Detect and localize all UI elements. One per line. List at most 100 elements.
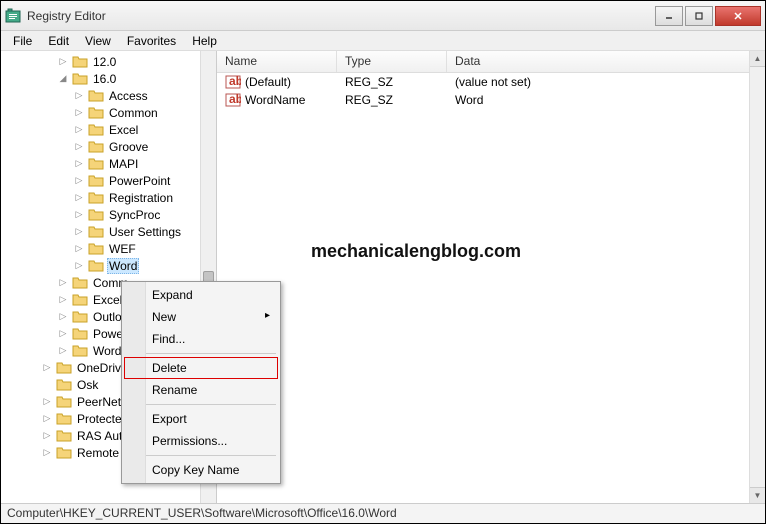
folder-icon	[88, 225, 104, 239]
expand-icon[interactable]: ▷	[57, 294, 69, 305]
expand-icon[interactable]: ▷	[73, 124, 85, 135]
context-menu-find[interactable]: Find...	[124, 328, 278, 350]
context-menu-separator	[126, 455, 276, 456]
tree-item[interactable]: ▷ 12.0	[5, 53, 216, 70]
value-row[interactable]: abWordNameREG_SZWord	[217, 91, 765, 109]
folder-icon	[56, 429, 72, 443]
tree-item[interactable]: ▷User Settings	[5, 223, 216, 240]
context-menu-expand[interactable]: Expand	[124, 284, 278, 306]
app-icon	[5, 8, 21, 24]
folder-icon	[72, 293, 88, 307]
context-menu-new[interactable]: New	[124, 306, 278, 328]
menu-edit[interactable]: Edit	[40, 32, 77, 50]
window-controls	[655, 6, 761, 26]
expand-icon[interactable]: ▷	[73, 141, 85, 152]
expand-icon[interactable]: ▷	[73, 192, 85, 203]
tree-item[interactable]: ▷ SyncProc	[5, 206, 216, 223]
values-scrollbar[interactable]: ▲ ▼	[749, 51, 765, 503]
title-bar: Registry Editor	[1, 1, 765, 31]
tree-item-label: Common	[107, 106, 160, 120]
expand-icon[interactable]: ▷	[41, 362, 53, 373]
expand-icon[interactable]: ▷	[57, 56, 69, 67]
folder-icon	[72, 276, 88, 290]
expand-icon[interactable]: ▷	[41, 430, 53, 441]
context-menu-export[interactable]: Export	[124, 408, 278, 430]
main-area: ▷ 12.0◢16.0 ▷ Access ▷ Common ▷ Excel ▷ Groove▷MA…	[1, 51, 765, 503]
expand-icon[interactable]: ▷	[73, 260, 85, 271]
expand-icon[interactable]: ▷	[73, 107, 85, 118]
tree-item-label: Outlo	[91, 310, 124, 324]
value-type-cell: REG_SZ	[337, 75, 447, 89]
menu-bar: File Edit View Favorites Help	[1, 31, 765, 51]
expand-icon[interactable]: ▷	[73, 209, 85, 220]
context-menu-rename[interactable]: Rename	[124, 379, 278, 401]
tree-item-label: Access	[107, 89, 150, 103]
menu-favorites[interactable]: Favorites	[119, 32, 184, 50]
tree-item[interactable]: ◢16.0	[5, 70, 216, 87]
values-list[interactable]: ab(Default)REG_SZ(value not set)abWordNa…	[217, 73, 765, 109]
value-data-cell: (value not set)	[447, 75, 765, 89]
folder-icon	[88, 191, 104, 205]
menu-view[interactable]: View	[77, 32, 119, 50]
maximize-button[interactable]	[685, 6, 713, 26]
folder-icon	[72, 55, 88, 69]
expand-icon[interactable]: ▷	[73, 243, 85, 254]
status-path: Computer\HKEY_CURRENT_USER\Software\Micr…	[7, 506, 397, 520]
expand-icon[interactable]: ◢	[57, 73, 69, 84]
context-menu-permissions[interactable]: Permissions...	[124, 430, 278, 452]
folder-icon	[88, 140, 104, 154]
column-header-type[interactable]: Type	[337, 51, 447, 72]
tree-item[interactable]: ▷ Groove	[5, 138, 216, 155]
tree-item[interactable]: ▷ Common	[5, 104, 216, 121]
value-name-text: WordName	[245, 93, 305, 107]
folder-icon	[88, 106, 104, 120]
tree-item-label: PowerPoint	[107, 174, 172, 188]
scroll-up-button[interactable]: ▲	[750, 51, 765, 67]
svg-text:ab: ab	[229, 93, 241, 106]
svg-text:ab: ab	[229, 75, 241, 88]
expand-icon[interactable]: ▷	[57, 311, 69, 322]
expand-icon[interactable]: ▷	[57, 345, 69, 356]
context-menu-separator	[126, 404, 276, 405]
expand-icon[interactable]: ▷	[41, 447, 53, 458]
expand-icon[interactable]: ▷	[57, 328, 69, 339]
folder-icon	[72, 327, 88, 341]
expand-icon[interactable]: ▷	[73, 90, 85, 101]
folder-icon	[72, 310, 88, 324]
tree-item[interactable]: ▷ PowerPoint	[5, 172, 216, 189]
expand-icon[interactable]: ▷	[41, 413, 53, 424]
status-bar: Computer\HKEY_CURRENT_USER\Software\Micr…	[1, 503, 765, 523]
context-menu-delete[interactable]: Delete	[124, 357, 278, 379]
scroll-down-button[interactable]: ▼	[750, 487, 765, 503]
menu-help[interactable]: Help	[184, 32, 225, 50]
tree-item-label: Word	[91, 344, 123, 358]
window-title: Registry Editor	[27, 9, 655, 23]
tree-item-label: Excel	[107, 123, 140, 137]
tree-item-label: SyncProc	[107, 208, 162, 222]
folder-icon	[88, 89, 104, 103]
expand-icon[interactable]: ▷	[41, 396, 53, 407]
tree-item[interactable]: ▷ Excel	[5, 121, 216, 138]
column-header-name[interactable]: Name	[217, 51, 337, 72]
tree-item[interactable]: ▷ Access	[5, 87, 216, 104]
context-menu-separator	[126, 353, 276, 354]
folder-icon	[56, 446, 72, 460]
context-menu-copy-key-name[interactable]: Copy Key Name	[124, 459, 278, 481]
string-value-icon: ab	[225, 93, 241, 107]
minimize-button[interactable]	[655, 6, 683, 26]
tree-item[interactable]: ▷Word	[5, 257, 216, 274]
tree-item-label: Groove	[107, 140, 150, 154]
column-header-data[interactable]: Data	[447, 51, 765, 72]
value-row[interactable]: ab(Default)REG_SZ(value not set)	[217, 73, 765, 91]
tree-item[interactable]: ▷ Registration	[5, 189, 216, 206]
expand-icon[interactable]: ▷	[73, 175, 85, 186]
menu-file[interactable]: File	[5, 32, 40, 50]
expand-icon[interactable]: ▷	[73, 226, 85, 237]
tree-item-label: Registration	[107, 191, 175, 205]
close-button[interactable]	[715, 6, 761, 26]
expand-icon[interactable]: ▷	[73, 158, 85, 169]
expand-icon[interactable]: ▷	[57, 277, 69, 288]
tree-item[interactable]: ▷MAPI	[5, 155, 216, 172]
tree-item-label: 12.0	[91, 55, 118, 69]
tree-item[interactable]: ▷WEF	[5, 240, 216, 257]
